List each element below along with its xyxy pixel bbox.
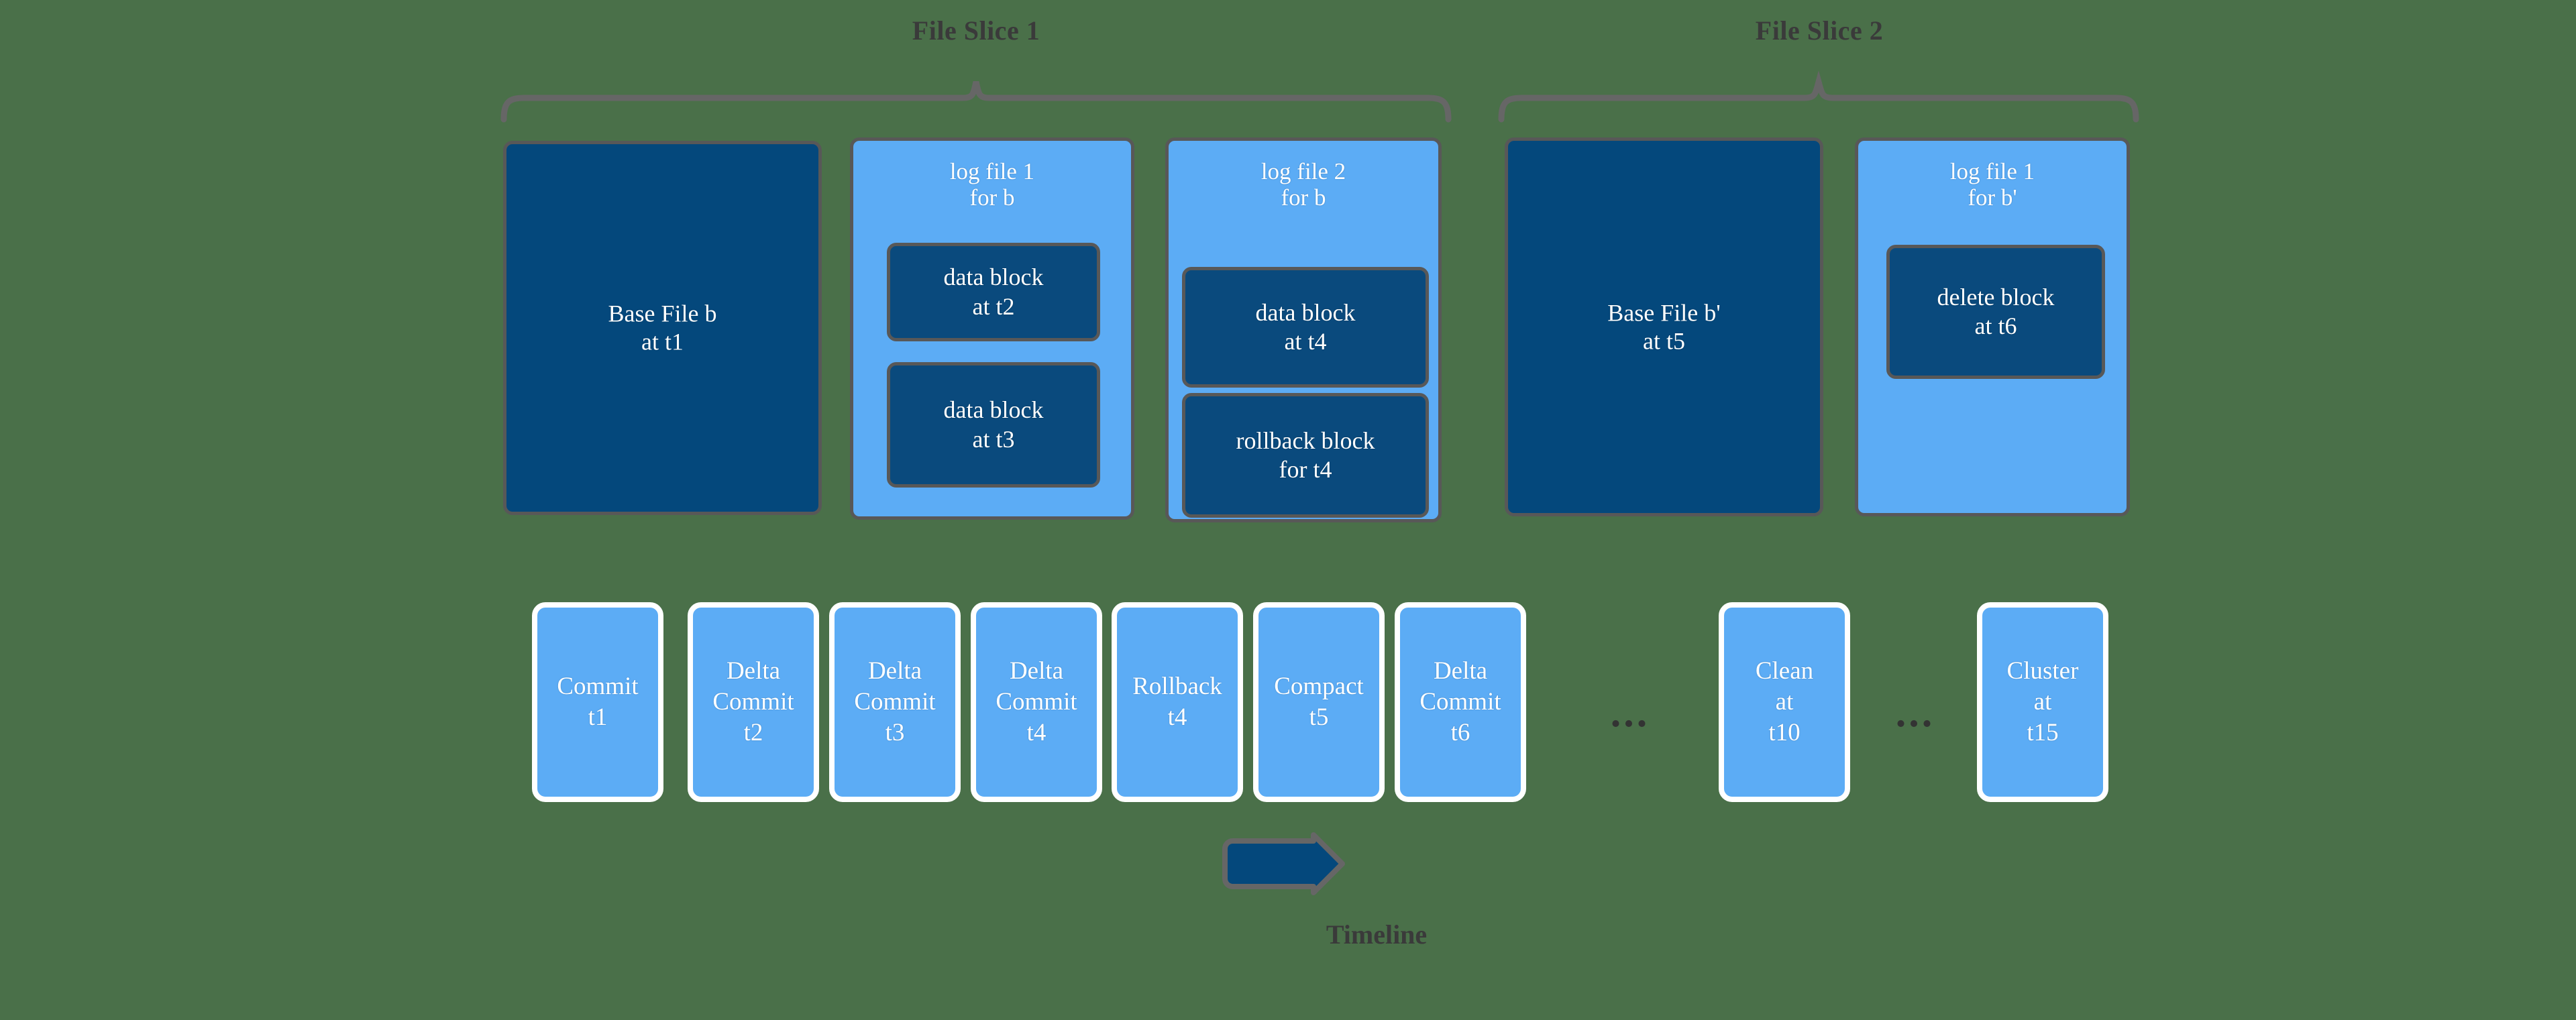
log-file-1-for-b-prime-box[interactable]: log file 1 for b' delete block at t6 [1855,137,2130,516]
timeline-item-delta-commit-t4[interactable]: Delta Commit t4 [971,602,1102,802]
timeline-direction-arrow-icon [1220,832,1347,896]
data-block-t2[interactable]: data block at t2 [887,243,1100,341]
log-file-2-for-b-box[interactable]: log file 2 for b data block at t4 rollba… [1165,137,1442,522]
log-file-1-for-b-prime-label: log file 1 for b' [1949,158,2035,211]
timeline-caption: Timeline [1326,919,1428,950]
timeline-item-label: Delta Commit t2 [712,657,794,747]
base-file-b-prime-box[interactable]: Base File b' at t5 [1505,137,1823,516]
timeline-item-cluster-t15[interactable]: Cluster at t15 [1977,602,2108,802]
timeline-item-delta-commit-t2[interactable]: Delta Commit t2 [688,602,819,802]
timeline-item-label: Delta Commit t4 [996,657,1077,747]
timeline-item-label: Rollback t4 [1132,672,1222,731]
file-slice-1-label: File Slice 1 [912,15,1040,46]
file-slice-2-brace [1497,70,2140,123]
timeline-item-compact-t5[interactable]: Compact t5 [1253,602,1385,802]
data-block-t3[interactable]: data block at t3 [887,362,1100,488]
timeline-item-label: Compact t5 [1274,672,1364,731]
delete-block-t6[interactable]: delete block at t6 [1886,245,2105,379]
timeline-item-clean-t10[interactable]: Clean at t10 [1719,602,1850,802]
file-slice-2-label: File Slice 2 [1755,15,1884,46]
log-file-2-for-b-label: log file 2 for b [1260,158,1346,211]
rollback-block-t4[interactable]: rollback block for t4 [1182,393,1429,518]
base-file-b-prime-label: Base File b' at t5 [1607,299,1721,355]
log-file-1-for-b-label: log file 1 for b [949,158,1035,211]
timeline-item-label: Delta Commit t6 [1419,657,1501,747]
timeline-item-delta-commit-t3[interactable]: Delta Commit t3 [829,602,961,802]
timeline-ellipsis-1: ... [1610,690,1650,736]
timeline-item-label: Cluster at t15 [2006,657,2079,747]
timeline-item-label: Delta Commit t3 [854,657,936,747]
base-file-b-box[interactable]: Base File b at t1 [503,141,822,515]
timeline-item-delta-commit-t6[interactable]: Delta Commit t6 [1395,602,1526,802]
log-file-1-for-b-box[interactable]: log file 1 for b data block at t2 data b… [850,137,1134,520]
timeline-item-label: Clean at t10 [1755,657,1814,747]
base-file-b-label: Base File b at t1 [608,300,717,355]
diagram-canvas: File Slice 1 File Slice 2 Base File b at… [0,0,2576,1020]
file-slice-1-brace [500,75,1452,123]
timeline-ellipsis-2: ... [1895,690,1935,736]
timeline-item-commit-t1[interactable]: Commit t1 [532,602,663,802]
timeline-item-label: Commit t1 [557,672,639,731]
data-block-t4[interactable]: data block at t4 [1182,267,1429,388]
timeline-item-rollback-t4[interactable]: Rollback t4 [1112,602,1243,802]
